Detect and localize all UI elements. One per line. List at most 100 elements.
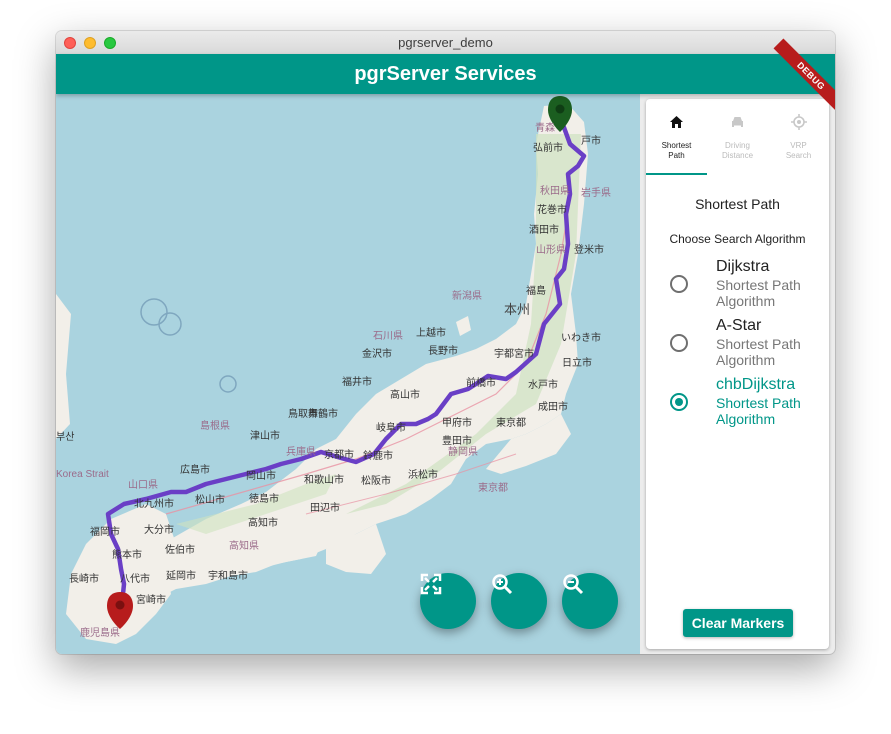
- map-label: 宇都宮市: [494, 349, 534, 360]
- ocean-feature: [158, 312, 182, 336]
- map-label: 八代市: [120, 574, 150, 585]
- land-sado: [456, 316, 471, 336]
- map-label: 成田市: [538, 402, 568, 413]
- clear-markers-button[interactable]: Clear Markers: [683, 609, 793, 637]
- tab-driving-distance[interactable]: Driving Distance: [707, 99, 768, 173]
- map-label: 山口県: [128, 480, 158, 491]
- fullscreen-button[interactable]: [420, 573, 476, 629]
- map-label: 弘前市: [533, 143, 563, 154]
- map-label: 鈴鹿市: [363, 451, 393, 462]
- map-label: 戸市: [581, 136, 601, 147]
- ocean-feature: [219, 375, 237, 393]
- map-label: 부산: [56, 432, 75, 443]
- map-label: 徳島市: [249, 494, 279, 505]
- tab-indicator: [646, 173, 707, 175]
- app-window: pgrserver_demo pgrServer Services DEBUG: [56, 31, 835, 654]
- map-label: 福岡市: [90, 527, 120, 538]
- map-label: 高知市: [248, 518, 278, 529]
- map-label: 大分市: [144, 525, 174, 536]
- app-title: pgrServer Services: [354, 63, 537, 85]
- map-label: 京都市: [324, 450, 354, 461]
- algorithm-option-dijkstra[interactable]: Dijkstra Shortest Path Algorithm: [646, 258, 829, 317]
- map-label: 東京都: [478, 483, 508, 494]
- tab-label: Shortest Path: [661, 141, 692, 160]
- window-title: pgrserver_demo: [398, 35, 493, 50]
- algorithm-subtitle: Shortest Path Algorithm: [716, 395, 801, 427]
- map-label: 広島市: [180, 465, 210, 476]
- map-label: 山形県: [536, 245, 566, 256]
- tab-vrp-search[interactable]: VRP Search: [768, 99, 829, 173]
- section-title: Shortest Path: [695, 196, 780, 212]
- radio-button-selected[interactable]: [670, 393, 688, 411]
- radio-button[interactable]: [670, 334, 688, 352]
- algorithm-title: Dijkstra: [716, 258, 770, 275]
- map-label: 高知県: [229, 541, 259, 552]
- tab-label: VRP Search: [785, 141, 812, 160]
- map-label: 水戸市: [528, 380, 558, 391]
- map-label: 津山市: [250, 431, 280, 442]
- map-label: 青森: [535, 123, 555, 134]
- map-label: 松阪市: [361, 476, 391, 487]
- radio-button[interactable]: [670, 275, 688, 293]
- map-label: 前橋市: [466, 378, 496, 389]
- home-icon: [670, 116, 683, 128]
- map-label: 浜松市: [408, 470, 438, 481]
- map-label: 静岡県: [448, 447, 478, 458]
- fullscreen-icon: [420, 573, 442, 595]
- map-label: 上越市: [416, 328, 446, 339]
- map-label: 酒田市: [529, 225, 559, 236]
- algorithm-title: chbDijkstra: [716, 376, 796, 393]
- map-label: Korea Strait: [56, 469, 109, 480]
- window-titlebar: pgrserver_demo: [56, 31, 835, 55]
- gps-icon: [791, 114, 807, 130]
- ocean-feature: [140, 298, 168, 326]
- zoom-out-button[interactable]: [562, 573, 618, 629]
- map-label: 長崎市: [69, 574, 99, 585]
- map-label: 松山市: [195, 495, 225, 506]
- map-label: 岡山市: [246, 471, 276, 482]
- map-label: 長野市: [428, 346, 458, 357]
- map-label: 宇和島市: [208, 571, 248, 582]
- algorithm-option-chbdijkstra[interactable]: chbDijkstra Shortest Path Algorithm: [646, 376, 829, 435]
- side-panel: Shortest Path Driving Distance VRP Search S…: [646, 99, 829, 649]
- algorithm-option-astar[interactable]: A-Star Shortest Path Algorithm: [646, 317, 829, 376]
- map-label: 高山市: [390, 390, 420, 401]
- car-icon: [732, 117, 743, 127]
- zoom-out-icon: [563, 574, 584, 595]
- algorithm-title: A-Star: [716, 317, 762, 334]
- map-label: 田辺市: [310, 503, 340, 514]
- map-label: 岩手県: [581, 188, 611, 199]
- map-label: 石川県: [373, 331, 403, 342]
- map-label: 福島: [526, 286, 546, 297]
- map-label: 熊本市: [112, 550, 142, 561]
- land-korea: [56, 294, 71, 439]
- map-label: 東京都: [496, 418, 526, 429]
- algorithm-subtitle: Shortest Path Algorithm: [716, 277, 801, 309]
- zoom-in-button[interactable]: [491, 573, 547, 629]
- map-label: 甲府市: [442, 418, 472, 429]
- map-label: 佐伯市: [165, 545, 195, 556]
- map-label: 兵庫県: [286, 447, 316, 458]
- tab-shortest-path[interactable]: Shortest Path: [646, 99, 707, 173]
- map-label: 岐阜市: [376, 423, 406, 434]
- map-label: 登米市: [574, 245, 604, 256]
- map-label: 福井市: [342, 377, 372, 388]
- map-label: 秋田県: [540, 186, 570, 197]
- map-label: 新潟県: [452, 291, 482, 302]
- map-label: 宮崎市: [136, 595, 166, 606]
- map-label: 本州: [504, 302, 531, 317]
- zoom-in-icon: [492, 574, 513, 595]
- map-label: 日立市: [562, 358, 592, 369]
- tab-label: Driving Distance: [721, 141, 754, 160]
- map-label: 和歌山市: [304, 475, 344, 486]
- map-label: 延岡市: [166, 571, 196, 582]
- algorithm-prompt: Choose Search Algorithm: [669, 232, 806, 246]
- map-label: 鹿児島県: [80, 628, 120, 639]
- map-label: いわき市: [561, 333, 601, 344]
- map-label: 北九州市: [134, 499, 174, 510]
- map-label: 金沢市: [362, 349, 392, 360]
- map-view[interactable]: 青森 弘前市 戸市 秋田県 岩手県 花巻市 酒田市 山形県 登米市 新潟県 福島…: [56, 94, 640, 654]
- algorithm-subtitle: Shortest Path Algorithm: [716, 336, 801, 368]
- map-label: 島根県: [200, 421, 230, 432]
- app-bar: pgrServer Services DEBUG: [56, 38, 835, 114]
